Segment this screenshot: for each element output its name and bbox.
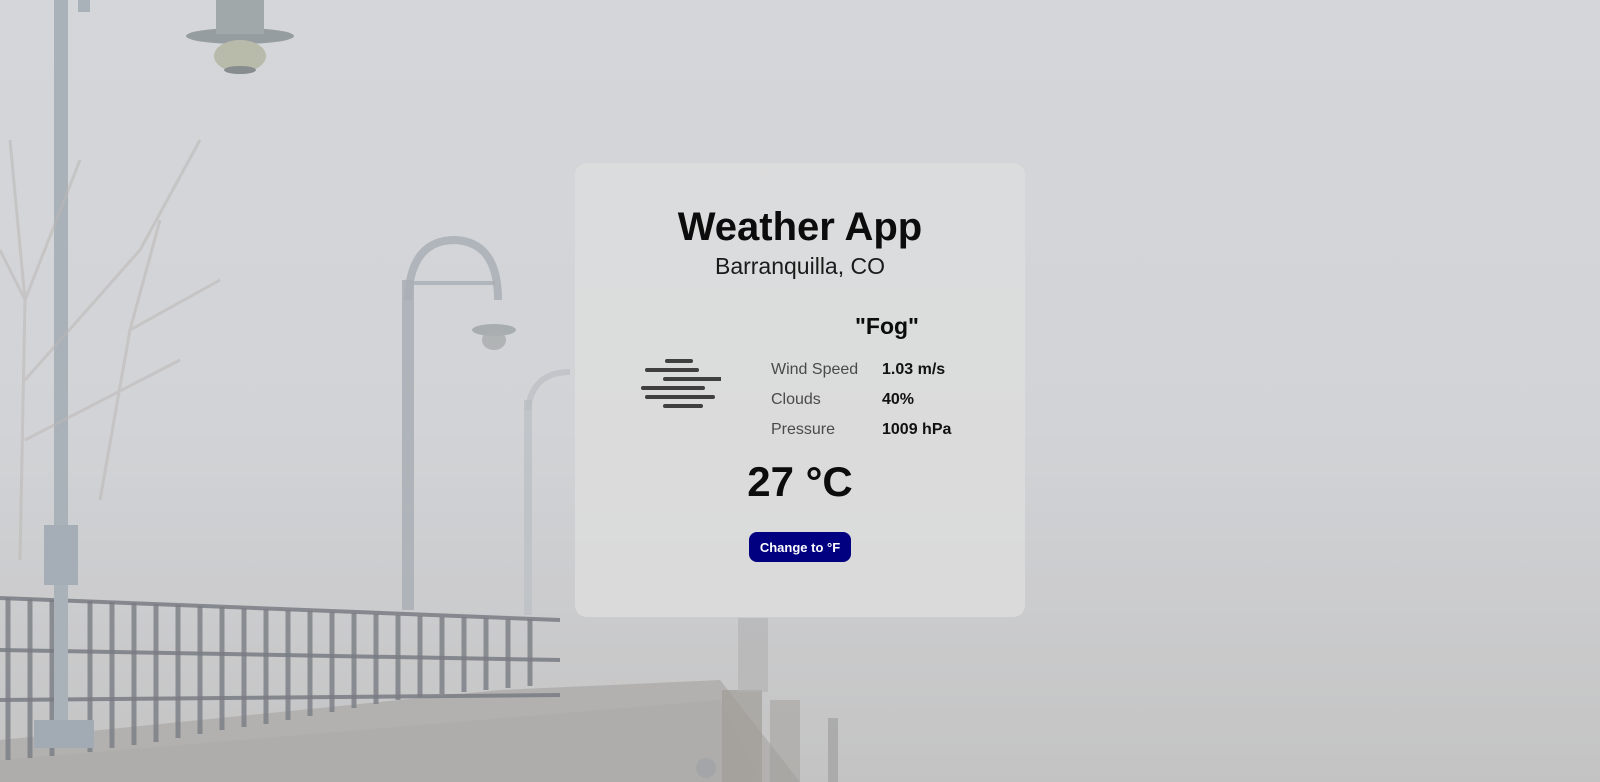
wind-speed-label: Wind Speed <box>771 361 859 378</box>
clouds-value: 40% <box>882 391 915 408</box>
weather-card: Weather App Barranquilla, CO "Fog" Wind … <box>575 163 1025 617</box>
wind-speed-value: 1.03 m/s <box>882 361 946 378</box>
pressure-label: Pressure <box>771 421 836 438</box>
weather-condition: "Fog" <box>855 313 919 339</box>
weather-page: Weather App Barranquilla, CO "Fog" Wind … <box>0 0 1600 782</box>
app-title: Weather App <box>677 205 923 249</box>
fog-icon <box>641 359 721 408</box>
location-label: Barranquilla, CO <box>714 253 886 279</box>
detail-row-pressure: Pressure 1009 hPa <box>771 415 991 445</box>
detail-row-wind-speed: Wind Speed 1.03 m/s <box>771 355 991 385</box>
change-unit-button[interactable]: Change to °F <box>749 532 851 562</box>
detail-row-clouds: Clouds 40% <box>771 385 991 415</box>
weather-details: Wind Speed 1.03 m/s Clouds 40% Pressure … <box>771 355 991 445</box>
clouds-label: Clouds <box>771 391 821 408</box>
temperature-display: 27 °C <box>747 458 853 505</box>
pressure-value: 1009 hPa <box>882 421 952 438</box>
